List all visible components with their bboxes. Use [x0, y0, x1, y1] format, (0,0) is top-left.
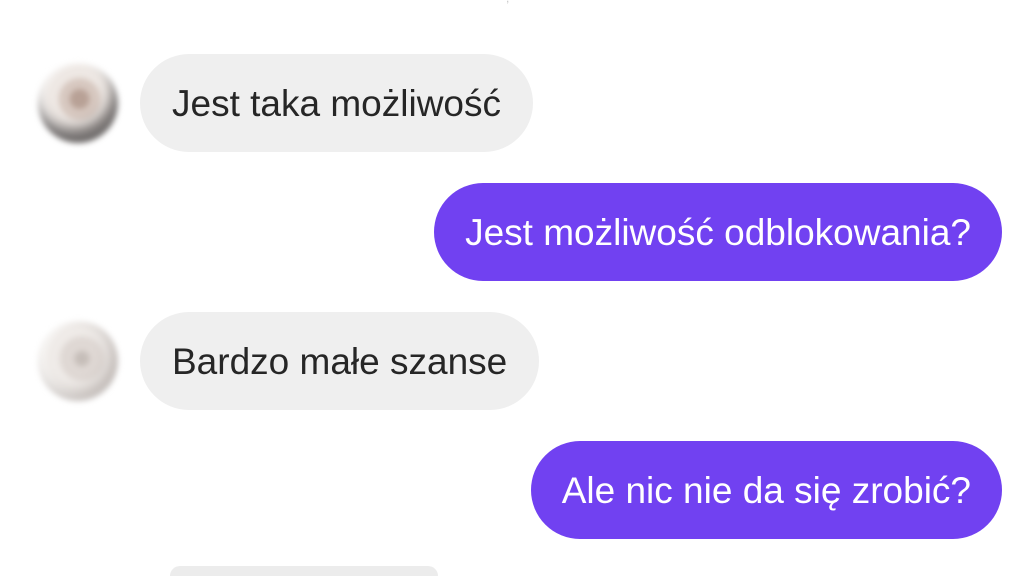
partial-text-fragment: , — [506, 0, 518, 4]
message-text: Jest taka możliwość — [172, 82, 501, 124]
message-text: Ale nic nie da się zrobić? — [561, 469, 971, 511]
message-row-incoming: Jest taka możliwość — [38, 54, 533, 152]
incoming-message-bubble[interactable]: Bardzo małe szanse — [140, 312, 540, 410]
partial-message-bubble — [170, 566, 438, 576]
message-text: Jest możliwość odblokowania? — [465, 211, 971, 253]
avatar[interactable] — [38, 321, 118, 401]
incoming-message-bubble[interactable]: Jest taka możliwość — [140, 54, 533, 152]
outgoing-message-bubble[interactable]: Ale nic nie da się zrobić? — [530, 441, 1002, 539]
avatar[interactable] — [38, 63, 118, 143]
message-row-incoming: Bardzo małe szanse — [38, 312, 540, 410]
message-row-outgoing: Jest możliwość odblokowania? — [434, 183, 1002, 281]
chat-thread: , Jest taka możliwość Jest możliwość odb… — [0, 0, 1024, 576]
message-text: Bardzo małe szanse — [172, 340, 508, 382]
outgoing-message-bubble[interactable]: Jest możliwość odblokowania? — [434, 183, 1002, 281]
message-row-outgoing: Ale nic nie da się zrobić? — [530, 441, 1002, 539]
